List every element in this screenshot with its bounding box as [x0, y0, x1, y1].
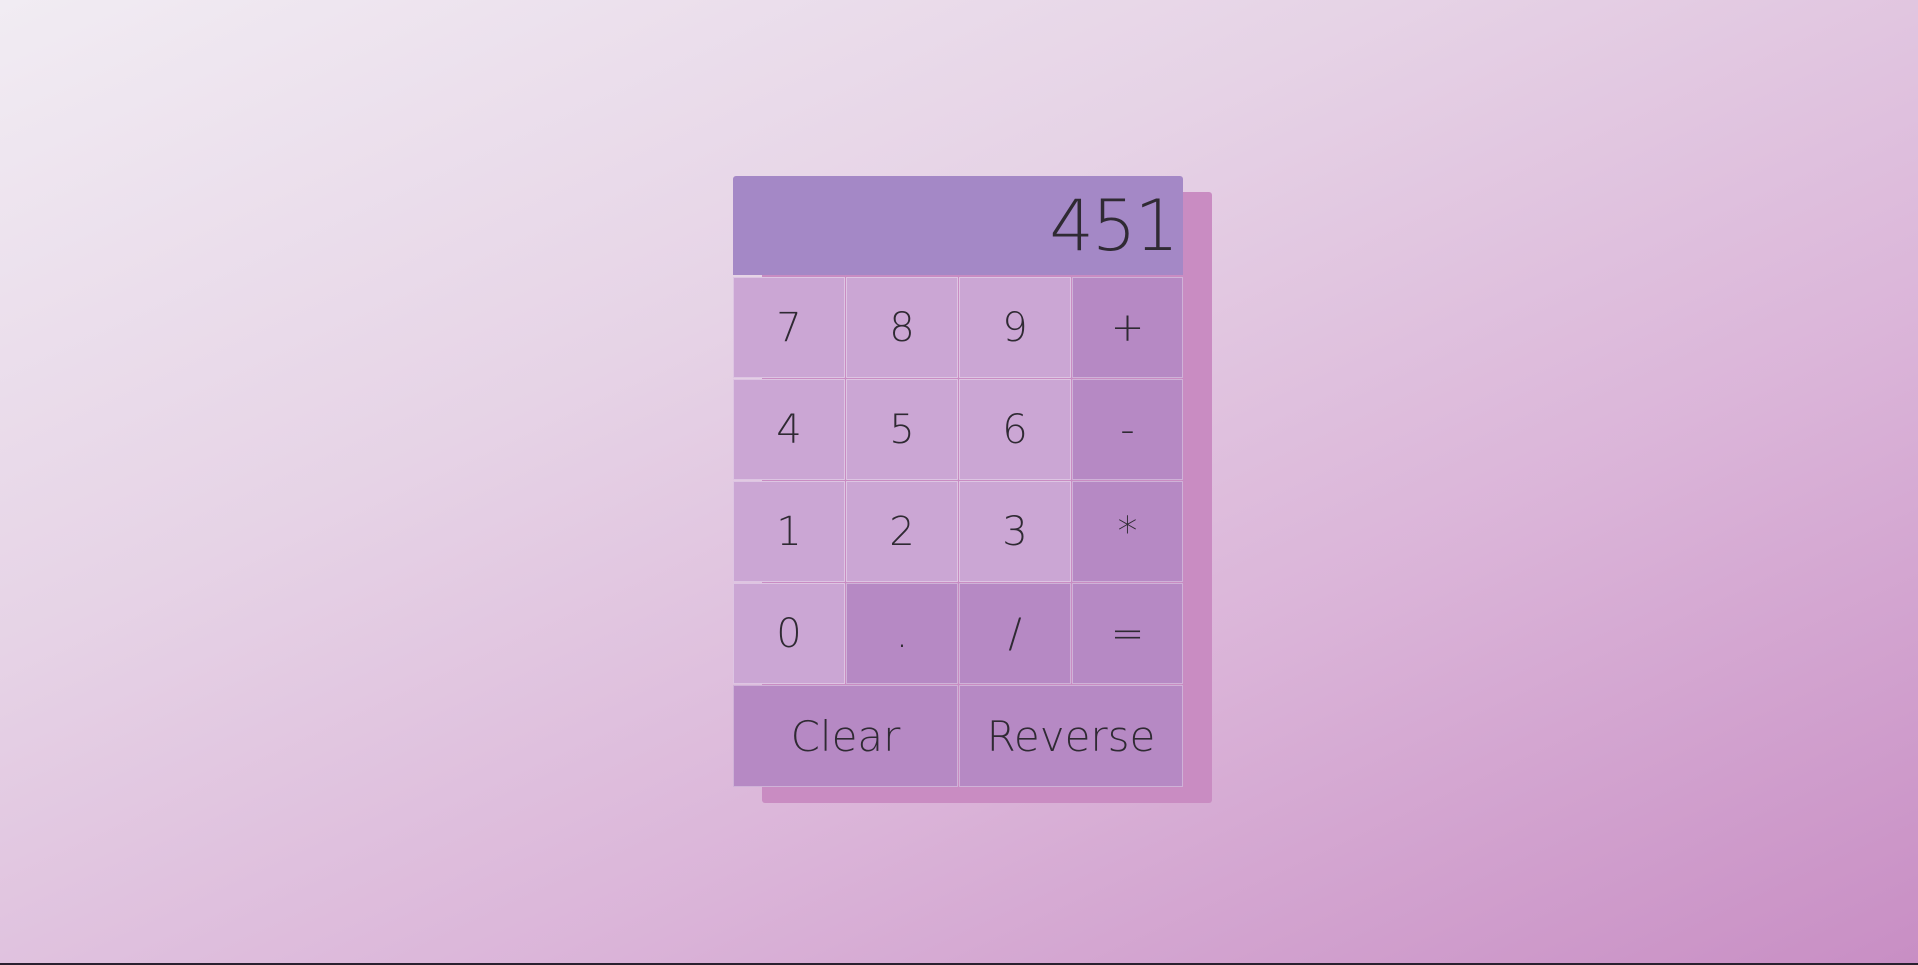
key-3[interactable]: 3: [959, 481, 1071, 582]
key-decimal[interactable]: .: [846, 583, 958, 684]
key-7[interactable]: 7: [733, 277, 845, 378]
key-0[interactable]: 0: [733, 583, 845, 684]
calculator: 451 7 8 9 + 4 5 6 - 1 2 3 * 0 . / = Clea…: [733, 176, 1183, 787]
key-8[interactable]: 8: [846, 277, 958, 378]
key-plus[interactable]: +: [1072, 277, 1183, 378]
key-4[interactable]: 4: [733, 379, 845, 480]
key-6[interactable]: 6: [959, 379, 1071, 480]
reverse-button[interactable]: Reverse: [959, 685, 1183, 787]
key-1[interactable]: 1: [733, 481, 845, 582]
key-9[interactable]: 9: [959, 277, 1071, 378]
clear-button[interactable]: Clear: [733, 685, 958, 787]
keypad: 7 8 9 + 4 5 6 - 1 2 3 * 0 . / = Clear Re…: [733, 277, 1183, 787]
key-minus[interactable]: -: [1072, 379, 1183, 480]
key-divide[interactable]: /: [959, 583, 1071, 684]
calculator-display: 451: [733, 176, 1183, 275]
display-value: 451: [1049, 184, 1179, 267]
key-equals[interactable]: =: [1072, 583, 1183, 684]
key-5[interactable]: 5: [846, 379, 958, 480]
key-2[interactable]: 2: [846, 481, 958, 582]
key-multiply[interactable]: *: [1072, 481, 1183, 582]
